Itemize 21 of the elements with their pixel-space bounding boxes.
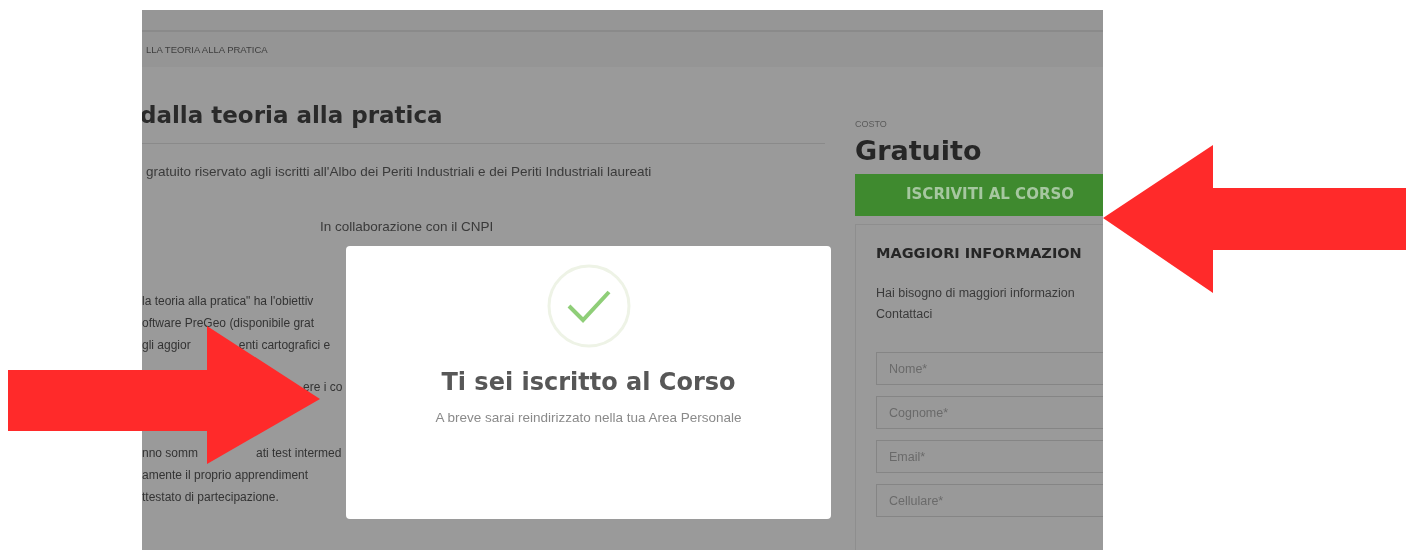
info-text: Contattaci (876, 306, 934, 322)
dialog-title: Ti sei iscritto al Corso (441, 368, 736, 396)
paragraph-text: la teoria alla pratica" ha l'obiettiv (142, 293, 314, 310)
dialog-message: A breve sarai reindirizzato nella tua Area Personale (435, 410, 742, 425)
price-label: COSTO (855, 119, 888, 129)
price-value: Gratuito (855, 135, 983, 166)
enroll-button[interactable]: ISCRIVITI AL CORSO (855, 174, 1103, 216)
paragraph-text: ati test intermed (256, 445, 342, 462)
info-text: Hai bisogno di maggiori informazion (876, 285, 1076, 301)
paragraph-text: gli aggior (142, 337, 191, 354)
paragraph-text: ttestato di partecipazione. (142, 489, 279, 506)
collaboration-text: In collaborazione con il CNPI (320, 219, 495, 234)
paragraph-text: amente il proprio apprendiment (142, 467, 309, 484)
paragraph-text: nno somm (142, 445, 199, 462)
info-title: MAGGIORI INFORMAZION (876, 245, 1083, 261)
breadcrumb[interactable]: LLA TEORIA ALLA PRATICA (146, 44, 268, 55)
paragraph-text: oftware PreGeo (disponibile grat (142, 315, 315, 332)
paragraph-text: enti cartografici e (238, 337, 331, 354)
course-subtitle: gratuito riservato agli iscritti all'Albo dei Periti Industriali e dei Periti Industriali laureati (146, 164, 653, 179)
paragraph-text: ere i co (303, 379, 343, 396)
check-icon (546, 264, 631, 348)
